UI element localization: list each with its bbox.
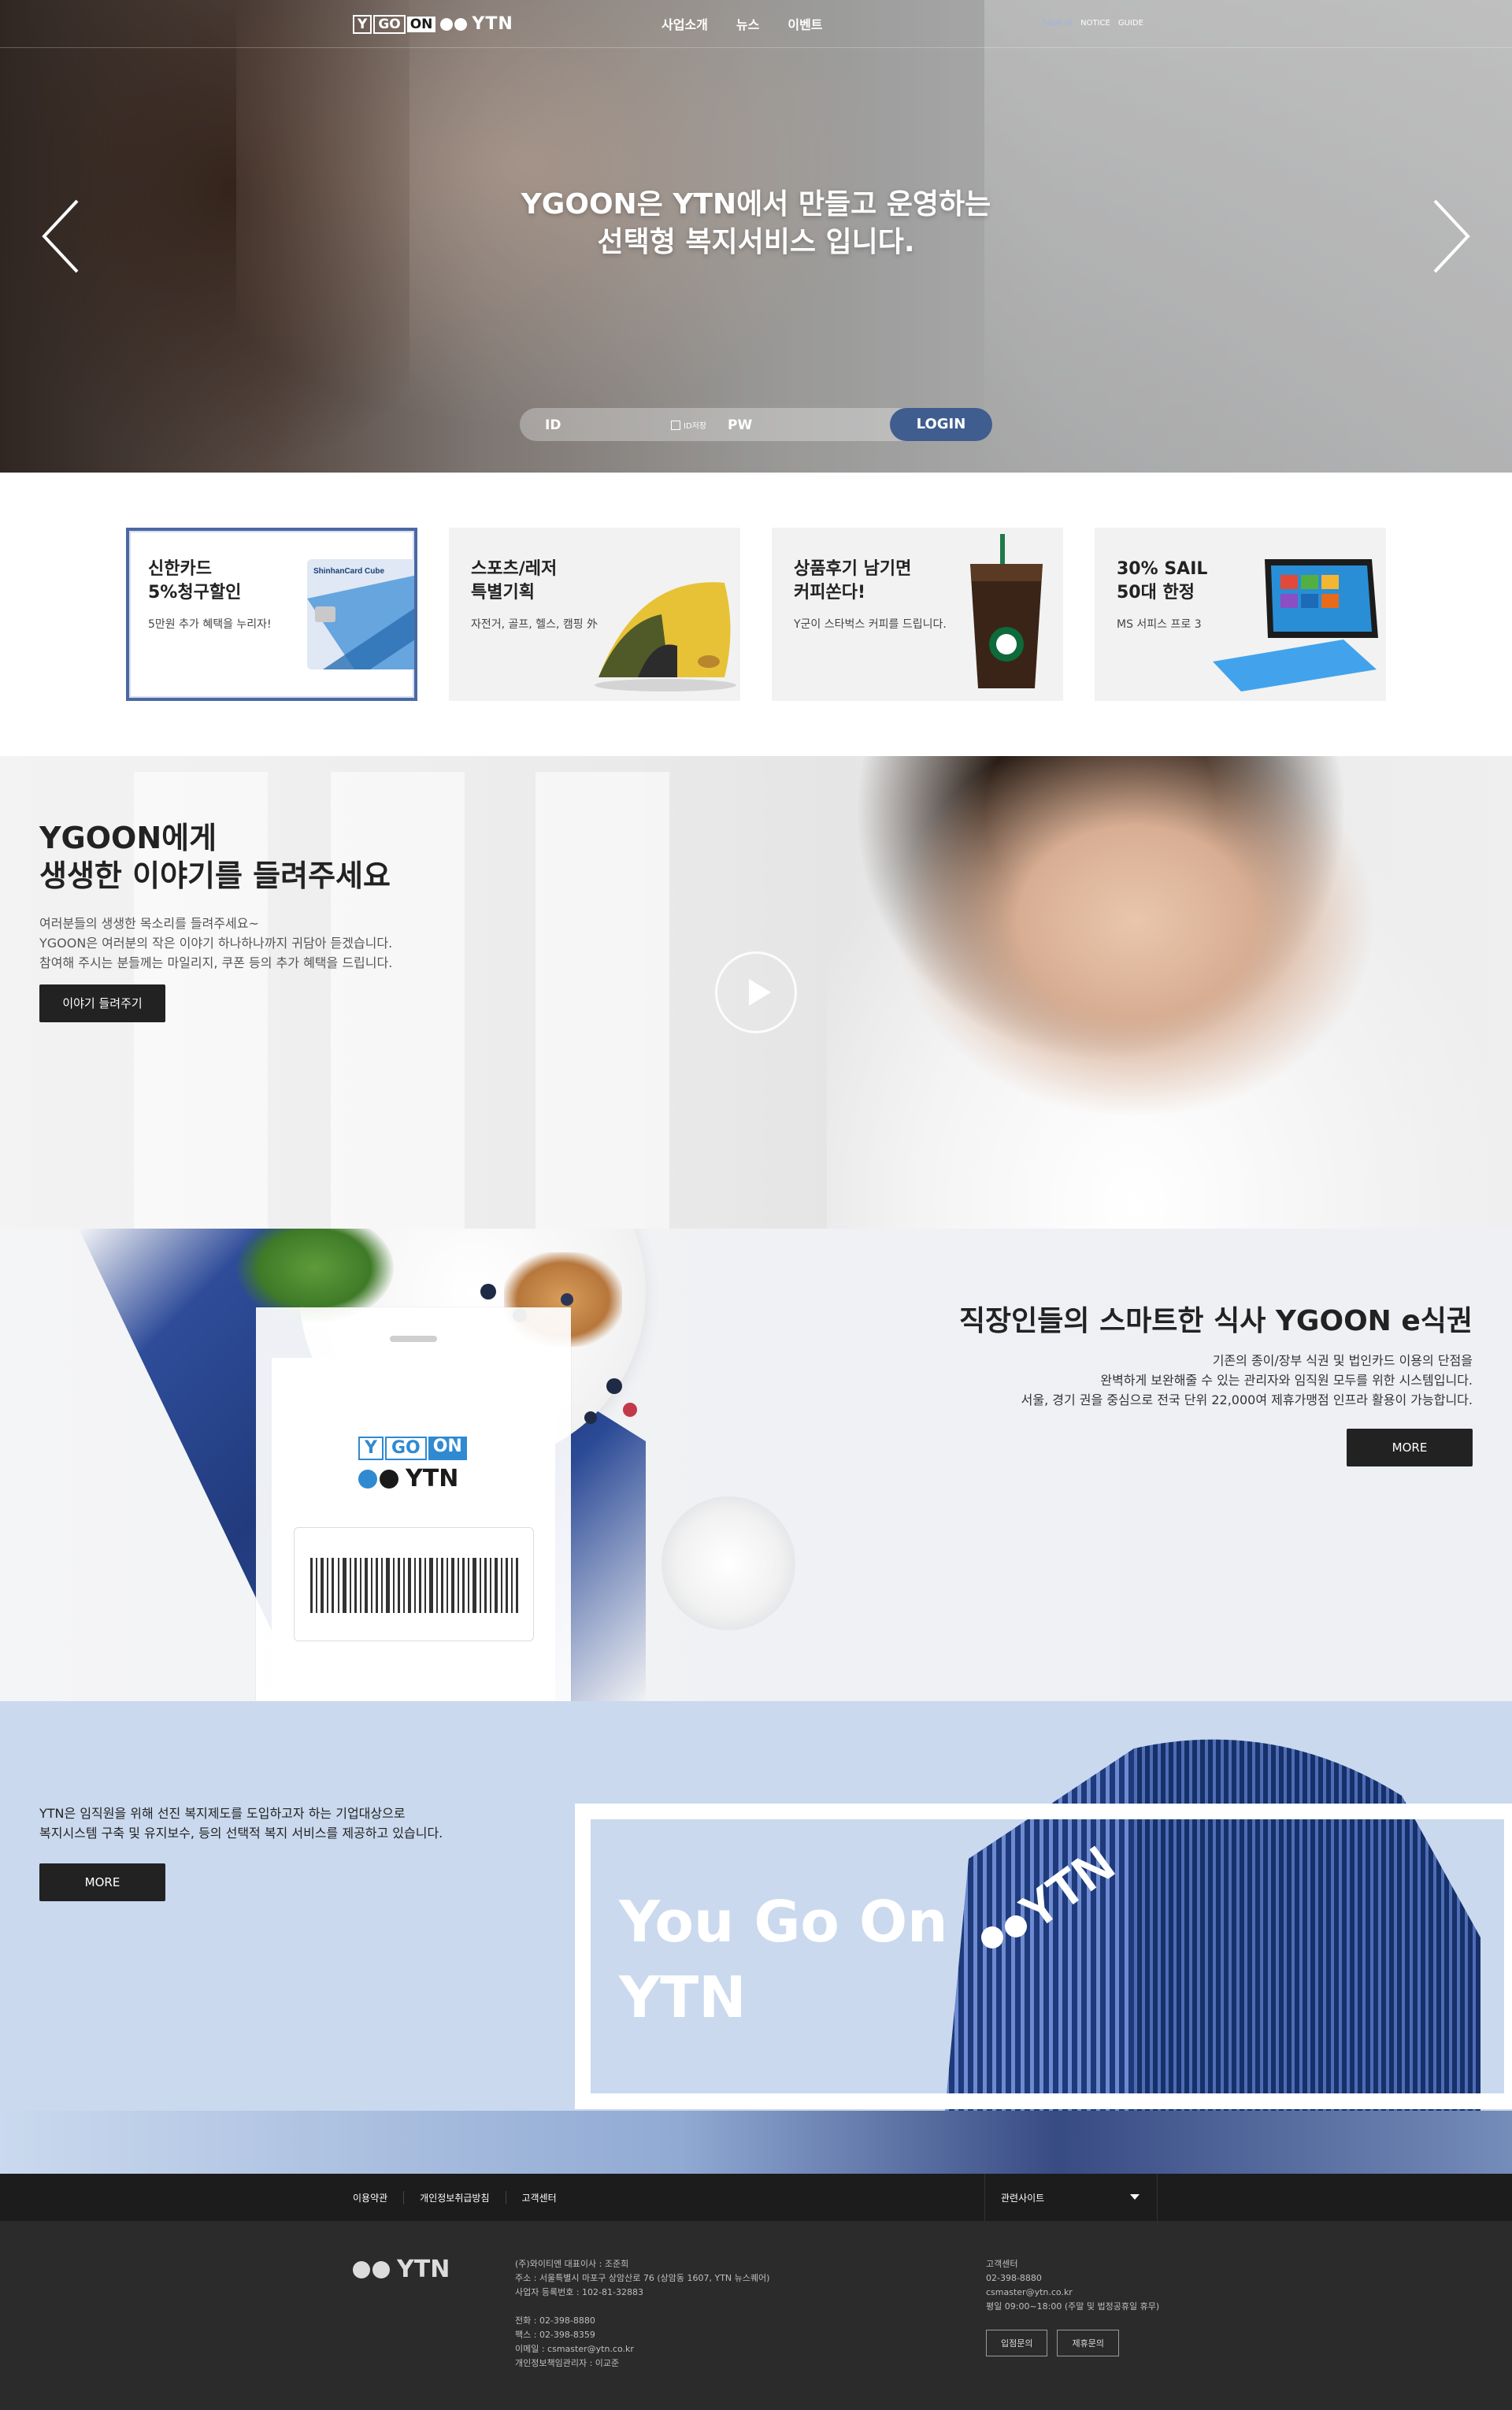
about-desc: YTN은 임직원을 위해 선진 복지제도를 도입하고자 하는 기업대상으로 복지…	[39, 1806, 443, 1841]
credit-card-icon: ShinhanCard Cube	[307, 559, 414, 669]
id-label: ID	[545, 417, 561, 433]
ytn-dot-icon	[380, 1469, 398, 1489]
phone-speaker	[390, 1336, 437, 1342]
utility-nav: SIGN IN NOTICE GUIDE	[1043, 19, 1143, 28]
terms-link[interactable]: 이용약관	[353, 2191, 403, 2204]
partnership-inquiry-button[interactable]: 제휴문의	[1057, 2330, 1119, 2356]
story-title: YGOON에게 생생한 이야기를 들려주세요	[39, 821, 391, 893]
customer-center-link[interactable]: 고객센터	[505, 2191, 573, 2204]
logo-go: GO	[373, 14, 406, 34]
tent-icon	[595, 582, 736, 691]
about-section: YTN은 임직원을 위해 선진 복지제도를 도입하고자 하는 기업대상으로 복지…	[0, 1701, 1512, 2174]
prev-slide-icon[interactable]	[38, 197, 85, 276]
footer-logo: YTN	[353, 2256, 450, 2283]
ytn-dot-icon	[372, 2260, 390, 2278]
coffee-cup-icon	[970, 534, 1043, 688]
tell-story-button[interactable]: 이야기 들려주기	[39, 984, 165, 1022]
notice-link[interactable]: NOTICE	[1080, 19, 1110, 28]
sign-in-link[interactable]: SIGN IN	[1043, 19, 1073, 28]
privacy-link[interactable]: 개인정보취급방침	[403, 2191, 505, 2204]
logo-ytn: YTN	[472, 14, 513, 34]
svg-text:ShinhanCard Cube: ShinhanCard Cube	[313, 567, 384, 576]
promo-desc: 자전거, 골프, 헬스, 캠핑 外	[471, 618, 598, 631]
related-sites-dropdown[interactable]: 관련사이트	[984, 2174, 1158, 2221]
emeal-more-button[interactable]: MORE	[1347, 1429, 1473, 1466]
nav-item-news[interactable]: 뉴스	[736, 14, 759, 33]
emeal-desc: 기존의 종이/장부 식권 및 법인카드 이용의 단점을 완벽하게 보완해줄 수 …	[1021, 1353, 1473, 1407]
hero-banner: Y GO ON YTN 사업소개 뉴스 이벤트 SIGN IN NOTICE G…	[0, 0, 1512, 473]
mobile-voucher-mockup: Y GO ON YTN	[256, 1307, 571, 1701]
nav-item-business[interactable]: 사업소개	[662, 14, 708, 33]
promo-card-sports[interactable]: 스포츠/레저 특별기획 자전거, 골프, 헬스, 캠핑 外	[449, 528, 740, 701]
footer-info: YTN (주)와이티엔 대표이사 : 조준희 주소 : 서울특별시 마포구 상암…	[0, 2221, 1512, 2410]
promo-desc: MS 서피스 프로 3	[1117, 618, 1202, 631]
nav-item-event[interactable]: 이벤트	[788, 14, 822, 33]
ytn-dot-icon	[358, 1469, 377, 1489]
about-more-button[interactable]: MORE	[39, 1863, 165, 1901]
next-slide-icon[interactable]	[1427, 197, 1474, 276]
promo-desc: 5만원 추가 혜택을 누리자!	[148, 618, 272, 631]
store-inquiry-button[interactable]: 입점문의	[986, 2330, 1048, 2356]
emeal-section: Y GO ON YTN 직장인들의 스마트한 식사 YGOON e식권 기존의 …	[0, 1229, 1512, 1701]
promo-card-surface[interactable]: 30% SAIL 50대 한정 MS 서피스 프로 3	[1095, 528, 1386, 701]
save-id-checkbox[interactable]: ID저장	[671, 419, 706, 431]
login-form: ID ID저장 PW LOGIN	[520, 408, 992, 441]
checkbox-icon	[671, 420, 680, 430]
play-video-button[interactable]	[715, 951, 797, 1033]
tablet-icon	[1213, 559, 1378, 691]
barcode-icon	[310, 1558, 518, 1613]
story-desc: 여러분들의 생생한 목소리를 들려주세요~ YGOON은 여러분의 작은 이야기…	[39, 916, 393, 970]
login-button[interactable]: LOGIN	[890, 408, 992, 441]
customer-center-info: 고객센터 02-398-8880 csmaster@ytn.co.kr 평일 0…	[986, 2259, 1160, 2312]
promo-title: 신한카드 5%청구할인	[148, 559, 242, 602]
promo-cards: 신한카드 5%청구할인 5만원 추가 혜택을 누리자! ShinhanCard …	[0, 473, 1512, 756]
site-logo[interactable]: Y GO ON YTN	[353, 14, 513, 34]
slogan-text: You Go On YTN	[619, 1889, 948, 2030]
model-photo	[827, 756, 1512, 1229]
footer-nav: 이용약관 개인정보취급방침 고객센터 관련사이트	[0, 2174, 1512, 2221]
ytn-dots-icon	[440, 17, 468, 31]
barcode	[294, 1527, 534, 1641]
logo-on: ON	[406, 16, 436, 32]
logo-y: Y	[353, 14, 372, 34]
guide-link[interactable]: GUIDE	[1118, 19, 1143, 28]
emeal-title: 직장인들의 스마트한 식사 YGOON e식권	[958, 1305, 1473, 1337]
butter-bowl-image	[662, 1496, 795, 1630]
promo-title: 스포츠/레저 특별기획	[471, 559, 558, 602]
id-input[interactable]	[570, 413, 665, 436]
promo-card-shinhan[interactable]: 신한카드 5%청구할인 5만원 추가 혜택을 누리자! ShinhanCard …	[126, 528, 417, 701]
chevron-down-icon	[1130, 2194, 1140, 2200]
main-nav: 사업소개 뉴스 이벤트	[662, 14, 823, 33]
hero-title: YGOON은 YTN에서 만들고 운영하는 선택형 복지서비스 입니다.	[521, 188, 991, 258]
promo-desc: Y군이 스타벅스 커피를 드립니다.	[794, 618, 947, 631]
company-address: (주)와이티엔 대표이사 : 조준희 주소 : 서울특별시 마포구 상암산로 7…	[515, 2259, 770, 2368]
password-input[interactable]	[756, 413, 882, 436]
promo-title: 30% SAIL 50대 한정	[1117, 559, 1208, 602]
play-icon	[749, 979, 771, 1006]
story-section: YGOON에게 생생한 이야기를 들려주세요 여러분들의 생생한 목소리를 들려…	[0, 756, 1512, 1229]
pw-label: PW	[728, 417, 753, 433]
ytn-dot-icon	[353, 2260, 370, 2278]
ygoon-ytn-logo: Y GO ON YTN	[358, 1437, 467, 1492]
promo-title: 상품후기 남기면 커피쏜다!	[794, 559, 912, 602]
promo-card-coffee[interactable]: 상품후기 남기면 커피쏜다! Y군이 스타벅스 커피를 드립니다.	[772, 528, 1063, 701]
